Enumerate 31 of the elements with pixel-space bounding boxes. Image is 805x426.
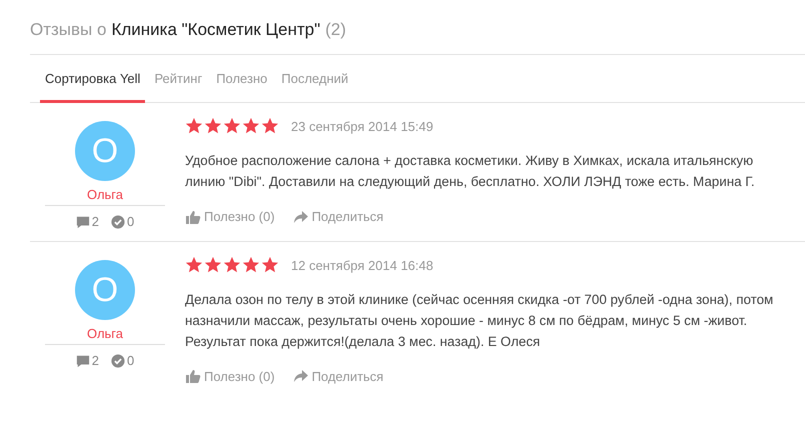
sort-tab[interactable]: Последний bbox=[276, 55, 354, 103]
speech-bubble-icon bbox=[76, 354, 90, 368]
thumbs-up-icon bbox=[185, 368, 201, 384]
review-count: (2) bbox=[325, 20, 346, 40]
heading-prefix: Отзывы о bbox=[30, 20, 106, 40]
thumbs-up-icon bbox=[185, 208, 201, 225]
share-button[interactable]: Поделиться bbox=[292, 208, 384, 225]
checkmark-icon bbox=[111, 214, 125, 228]
author-link[interactable]: Ольга bbox=[45, 326, 165, 345]
avatar: O bbox=[75, 260, 135, 320]
comment-count: 2 bbox=[92, 353, 99, 368]
review-date: 12 сентября 2014 16:48 bbox=[291, 258, 434, 272]
review-date: 23 сентября 2014 15:49 bbox=[291, 118, 434, 134]
confirmation-count: 0 bbox=[127, 353, 134, 368]
avatar: O bbox=[75, 121, 135, 181]
share-arrow-icon bbox=[292, 208, 309, 225]
share-button[interactable]: Поделиться bbox=[292, 368, 384, 384]
author-link[interactable]: Ольга bbox=[45, 187, 165, 206]
helpful-button[interactable]: Полезно (0) bbox=[185, 368, 275, 384]
review-text: Делала озон по телу в этой клинике (сейчас осенняя скидка -от 700 рублей -одна зона), потом назначили массаж, результаты очень хорошие - минус 8 см по бёдрам, минус 5 см -живот. Результат пока держится!(делала 3 мес. назад). Е Олеся bbox=[185, 291, 774, 351]
review-text: Удобное расположение салона + доставка косметики. Живу в Химках, искала итальянскую линию "Dibi". Доставили на следующий день, бесплатно. ХОЛИ ЛЭНД тоже есть. Марина Г. bbox=[185, 152, 756, 191]
confirmation-count: 0 bbox=[127, 214, 134, 229]
sort-tab[interactable]: Рейтинг bbox=[149, 55, 208, 103]
checkmark-icon bbox=[111, 354, 125, 368]
share-arrow-icon bbox=[292, 368, 309, 384]
business-name: Клиника "Косметик Центр" bbox=[111, 20, 320, 40]
comment-count: 2 bbox=[92, 214, 99, 229]
sort-tab[interactable]: Полезно bbox=[211, 55, 272, 103]
sort-tab[interactable]: Сортировка Yell bbox=[40, 55, 146, 103]
speech-bubble-icon bbox=[76, 214, 90, 228]
helpful-button[interactable]: Полезно (0) bbox=[185, 208, 275, 225]
